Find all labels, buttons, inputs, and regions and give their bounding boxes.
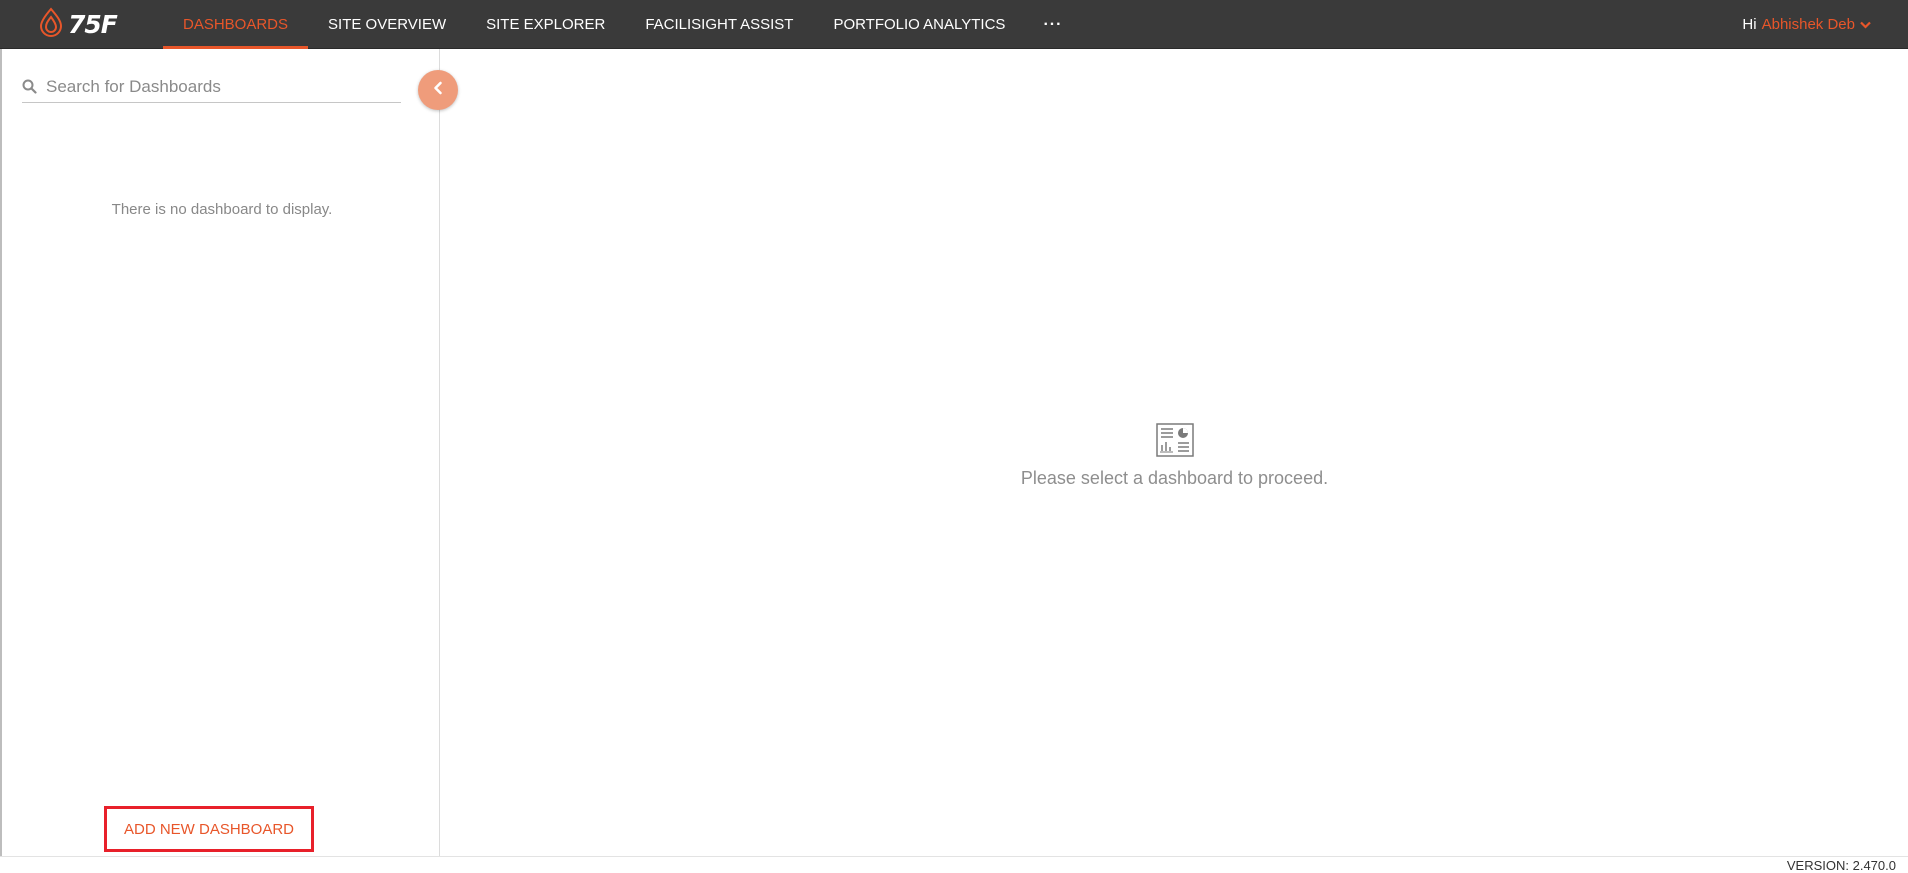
footer: VERSION: 2.470.0: [0, 856, 1908, 873]
chevron-down-icon[interactable]: [1860, 19, 1872, 31]
select-dashboard-prompt: Please select a dashboard to proceed.: [1020, 468, 1329, 488]
search-icon: [22, 79, 38, 95]
top-navigation-bar: 75F DASHBOARDS SITE OVERVIEW SITE EXPLOR…: [0, 0, 1908, 49]
main-content: Please select a dashboard to proceed.: [441, 49, 1908, 856]
dashboard-icon: [1155, 423, 1194, 457]
nav-dashboards[interactable]: DASHBOARDS: [163, 0, 309, 49]
nav-site-overview[interactable]: SITE OVERVIEW: [308, 0, 466, 49]
dashboard-sidebar: There is no dashboard to display. ADD NE…: [0, 49, 440, 856]
user-greeting: Hi: [1742, 16, 1757, 33]
user-name-link[interactable]: Abhishek Deb: [1762, 16, 1855, 33]
add-new-dashboard-button[interactable]: ADD NEW DASHBOARD: [104, 806, 314, 852]
logo-text: 75F: [68, 9, 118, 39]
chevron-left-icon: [432, 81, 444, 100]
main-nav: DASHBOARDS SITE OVERVIEW SITE EXPLORER F…: [163, 0, 1080, 49]
nav-more-menu[interactable]: ···: [1025, 0, 1080, 49]
search-input[interactable]: [46, 76, 386, 97]
nav-facilisight-assist[interactable]: FACILISIGHT ASSIST: [625, 0, 813, 49]
app-logo[interactable]: 75F: [38, 6, 118, 42]
nav-portfolio-analytics[interactable]: PORTFOLIO ANALYTICS: [813, 0, 1025, 49]
user-menu[interactable]: Hi Abhishek Deb: [1742, 0, 1872, 49]
empty-dashboard-message: There is no dashboard to display.: [111, 201, 333, 218]
nav-site-explorer[interactable]: SITE EXPLORER: [466, 0, 625, 49]
collapse-sidebar-button[interactable]: [418, 70, 458, 110]
empty-state: Please select a dashboard to proceed.: [441, 423, 1908, 489]
flame-logo-icon: [38, 6, 64, 42]
version-label: VERSION: 2.470.0: [1786, 858, 1896, 873]
dashboard-search: [22, 71, 401, 103]
